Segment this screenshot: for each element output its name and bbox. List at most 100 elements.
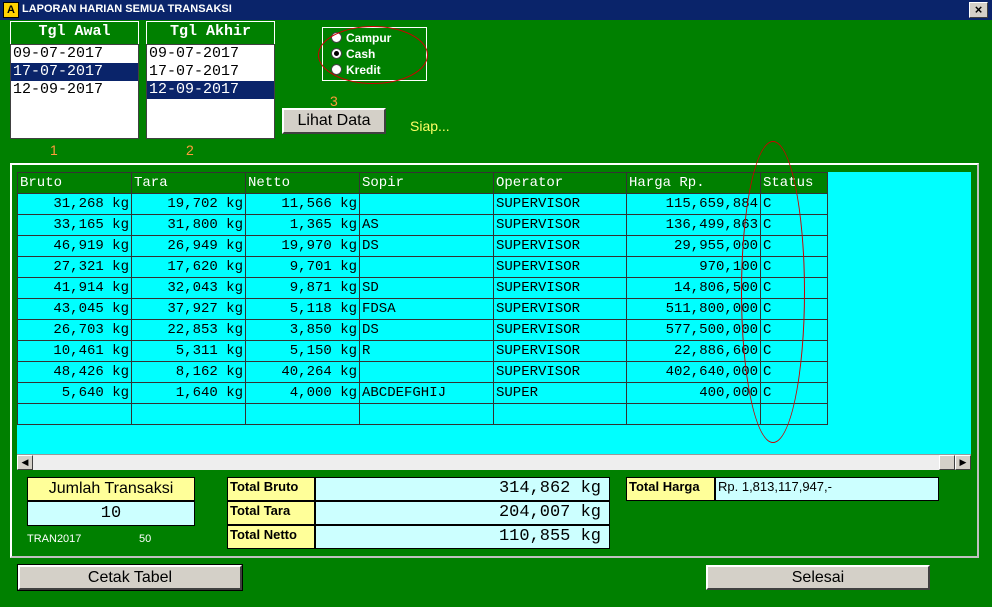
table-cell[interactable]: 400,000 [626, 382, 761, 404]
table-row[interactable]: 27,321 kg 17,620 kg 9,701 kg SUPERVISOR 970,… [17, 256, 828, 278]
col-bruto[interactable]: Bruto [17, 172, 132, 194]
table-cell[interactable]: 17,620 kg [131, 256, 246, 278]
table-cell[interactable]: 577,500,000 [626, 319, 761, 341]
table-cell[interactable]: 37,927 kg [131, 298, 246, 320]
table-cell[interactable] [131, 403, 246, 425]
table-cell[interactable] [359, 361, 494, 383]
table-cell[interactable]: DS [359, 319, 494, 341]
col-netto[interactable]: Netto [245, 172, 360, 194]
table-row[interactable]: 5,640 kg 1,640 kg 4,000 kg ABCDEFGHIJ SUPER 4… [17, 382, 828, 404]
table-cell[interactable]: 27,321 kg [17, 256, 132, 278]
table-cell[interactable]: 41,914 kg [17, 277, 132, 299]
table-row[interactable]: 41,914 kg 32,043 kg 9,871 kg SD SUPERVISOR 14… [17, 277, 828, 299]
table-row[interactable] [17, 403, 828, 425]
scroll-thumb[interactable] [939, 455, 955, 470]
table-cell[interactable]: 11,566 kg [245, 193, 360, 215]
table-cell[interactable]: 19,970 kg [245, 235, 360, 257]
table-cell[interactable]: 31,268 kg [17, 193, 132, 215]
table-cell[interactable]: SUPER [493, 382, 627, 404]
table-cell[interactable]: 32,043 kg [131, 277, 246, 299]
radio-kredit[interactable]: Kredit [331, 63, 381, 79]
table-cell[interactable]: 22,886,600 [626, 340, 761, 362]
selesai-button[interactable]: Selesai [706, 565, 930, 590]
table-cell[interactable]: SUPERVISOR [493, 193, 627, 215]
table-cell[interactable]: C [760, 193, 828, 215]
table-cell[interactable]: 5,118 kg [245, 298, 360, 320]
col-operator[interactable]: Operator [493, 172, 627, 194]
table-cell[interactable]: 511,800,000 [626, 298, 761, 320]
table-cell[interactable]: C [760, 361, 828, 383]
table-cell[interactable]: SUPERVISOR [493, 361, 627, 383]
tgl-akhir-list[interactable]: 09-07-2017 17-07-2017 12-09-2017 [146, 44, 275, 139]
table-cell[interactable] [245, 403, 360, 425]
table-cell[interactable] [626, 403, 761, 425]
radio-cash[interactable]: Cash [331, 47, 375, 63]
horizontal-scrollbar[interactable]: ◀ ▶ [17, 454, 971, 470]
cetak-tabel-button[interactable]: Cetak Tabel [17, 564, 243, 591]
col-status[interactable]: Status [760, 172, 828, 194]
table-cell[interactable]: SUPERVISOR [493, 319, 627, 341]
tgl-akhir-item-selected[interactable]: 12-09-2017 [147, 81, 274, 99]
table-cell[interactable] [760, 403, 828, 425]
table-cell[interactable]: C [760, 235, 828, 257]
table-cell[interactable]: SUPERVISOR [493, 256, 627, 278]
table-cell[interactable]: 5,311 kg [131, 340, 246, 362]
col-sopir[interactable]: Sopir [359, 172, 494, 194]
close-button[interactable]: × [969, 2, 988, 18]
tgl-awal-item-selected[interactable]: 17-07-2017 [11, 63, 138, 81]
scroll-left-icon[interactable]: ◀ [17, 455, 33, 470]
tgl-akhir-item[interactable]: 17-07-2017 [147, 63, 274, 81]
table-cell[interactable] [359, 193, 494, 215]
table-cell[interactable] [17, 403, 132, 425]
table-cell[interactable]: FDSA [359, 298, 494, 320]
table-cell[interactable]: 43,045 kg [17, 298, 132, 320]
table-cell[interactable]: ABCDEFGHIJ [359, 382, 494, 404]
col-tara[interactable]: Tara [131, 172, 246, 194]
table-cell[interactable]: SUPERVISOR [493, 340, 627, 362]
table-cell[interactable]: 48,426 kg [17, 361, 132, 383]
table-cell[interactable]: 31,800 kg [131, 214, 246, 236]
table-cell[interactable]: 29,955,000 [626, 235, 761, 257]
table-cell[interactable]: 115,659,884 [626, 193, 761, 215]
table-cell[interactable]: 40,264 kg [245, 361, 360, 383]
table-cell[interactable] [359, 403, 494, 425]
table-cell[interactable]: R [359, 340, 494, 362]
table-cell[interactable]: AS [359, 214, 494, 236]
tgl-awal-item[interactable]: 09-07-2017 [11, 45, 138, 63]
table-cell[interactable]: 33,165 kg [17, 214, 132, 236]
table-cell[interactable]: DS [359, 235, 494, 257]
table-cell[interactable]: 1,640 kg [131, 382, 246, 404]
transaction-table[interactable]: Bruto Tara Netto Sopir Operator Harga Rp… [17, 172, 828, 425]
table-cell[interactable]: 8,162 kg [131, 361, 246, 383]
table-row[interactable]: 33,165 kg 31,800 kg 1,365 kg AS SUPERVISOR 13… [17, 214, 828, 236]
table-cell[interactable]: SUPERVISOR [493, 235, 627, 257]
tgl-awal-item[interactable]: 12-09-2017 [11, 81, 138, 99]
table-cell[interactable]: C [760, 277, 828, 299]
table-cell[interactable]: 14,806,500 [626, 277, 761, 299]
table-row[interactable]: 43,045 kg 37,927 kg 5,118 kg FDSA SUPERVISOR… [17, 298, 828, 320]
table-cell[interactable]: 22,853 kg [131, 319, 246, 341]
table-row[interactable]: 31,268 kg 19,702 kg 11,566 kg SUPERVISOR 115… [17, 193, 828, 215]
table-cell[interactable]: 9,701 kg [245, 256, 360, 278]
table-cell[interactable]: C [760, 298, 828, 320]
table-cell[interactable]: 9,871 kg [245, 277, 360, 299]
col-harga[interactable]: Harga Rp. [626, 172, 761, 194]
table-row[interactable]: 10,461 kg 5,311 kg 5,150 kg R SUPERVISOR 22,8… [17, 340, 828, 362]
table-cell[interactable] [493, 403, 627, 425]
table-cell[interactable]: SUPERVISOR [493, 298, 627, 320]
table-row[interactable]: 26,703 kg 22,853 kg 3,850 kg DS SUPERVISOR 57… [17, 319, 828, 341]
table-cell[interactable]: SUPERVISOR [493, 277, 627, 299]
table-cell[interactable]: 402,640,000 [626, 361, 761, 383]
tgl-awal-list[interactable]: 09-07-2017 17-07-2017 12-09-2017 [10, 44, 139, 139]
table-cell[interactable]: 19,702 kg [131, 193, 246, 215]
tgl-akhir-item[interactable]: 09-07-2017 [147, 45, 274, 63]
table-cell[interactable]: C [760, 340, 828, 362]
table-cell[interactable] [359, 256, 494, 278]
table-cell[interactable]: C [760, 256, 828, 278]
table-cell[interactable]: 26,703 kg [17, 319, 132, 341]
table-cell[interactable]: C [760, 319, 828, 341]
table-cell[interactable]: 10,461 kg [17, 340, 132, 362]
table-cell[interactable]: C [760, 382, 828, 404]
lihat-data-button[interactable]: Lihat Data [282, 108, 386, 134]
scroll-right-icon[interactable]: ▶ [955, 455, 971, 470]
